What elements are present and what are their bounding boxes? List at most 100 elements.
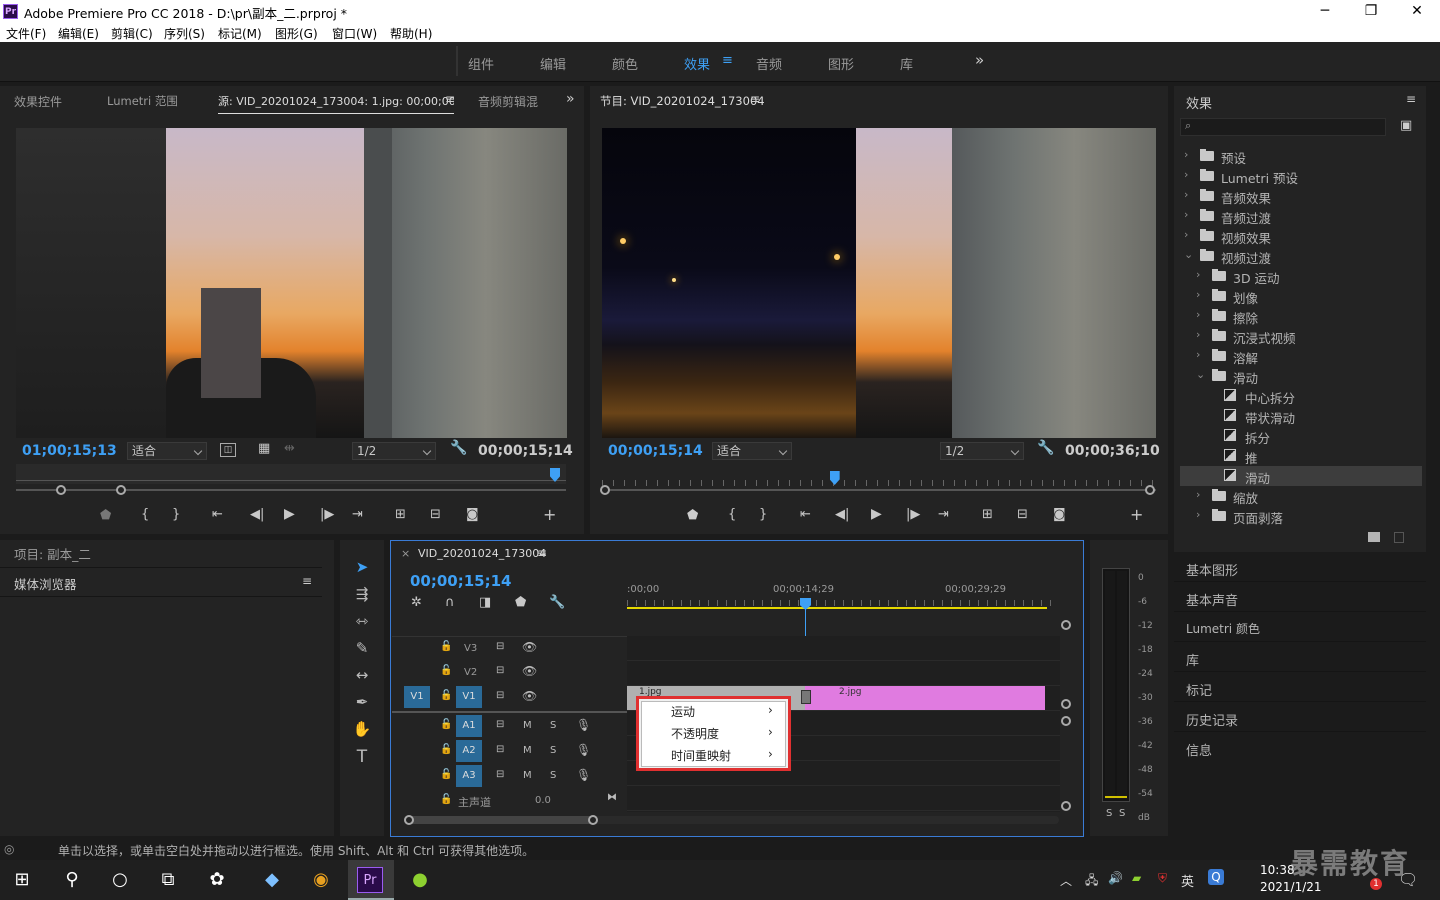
- effects-tree-item[interactable]: 中心拆分: [1180, 386, 1422, 406]
- panel-essential-sound[interactable]: 基本声音: [1174, 582, 1426, 612]
- program-step-forward-icon[interactable]: |▶: [906, 507, 920, 522]
- source-playhead-timecode[interactable]: 01;00;15;13: [22, 443, 117, 459]
- hand-tool-icon[interactable]: ✋: [352, 720, 372, 740]
- tab-effect-controls[interactable]: 效果控件: [14, 93, 62, 110]
- delete-icon[interactable]: [1394, 532, 1404, 543]
- go-to-out-icon[interactable]: ⇥: [352, 507, 363, 522]
- menu-window[interactable]: 窗口(W): [332, 25, 377, 42]
- chevron-right-icon[interactable]: ›: [1184, 148, 1188, 161]
- program-menu-icon[interactable]: ≡: [750, 92, 760, 106]
- mute-button[interactable]: M: [523, 745, 532, 756]
- task-view-icon[interactable]: ⧉: [154, 866, 182, 894]
- chevron-right-icon[interactable]: ›: [1196, 488, 1200, 501]
- panel-markers[interactable]: 标记: [1174, 672, 1426, 702]
- solo-button[interactable]: S: [550, 745, 556, 756]
- new-bin-icon[interactable]: ▣: [1400, 118, 1412, 133]
- master-volume-value[interactable]: 0.0: [535, 795, 551, 806]
- chevron-right-icon[interactable]: ›: [1184, 168, 1188, 181]
- hscroll-handle-right[interactable]: [588, 815, 598, 825]
- export-frame-icon[interactable]: ▦: [258, 441, 270, 456]
- effects-tree-item[interactable]: › 缩放: [1180, 486, 1422, 506]
- track-target-v1[interactable]: V1: [456, 686, 482, 708]
- track-target-a1[interactable]: A1: [456, 715, 482, 737]
- chevron-right-icon[interactable]: ›: [1196, 288, 1200, 301]
- effects-tree-item[interactable]: 滑动: [1180, 466, 1422, 486]
- program-zoom-bar[interactable]: [602, 489, 1156, 491]
- program-resolution-dropdown[interactable]: 1/2: [940, 442, 1024, 460]
- effects-tree-item[interactable]: › 擦除: [1180, 306, 1422, 326]
- effects-tree-item[interactable]: › 预设: [1180, 146, 1422, 166]
- chevron-right-icon[interactable]: ›: [1196, 268, 1200, 281]
- step-forward-icon[interactable]: |▶: [320, 507, 334, 522]
- mark-out-icon[interactable]: }: [172, 507, 180, 522]
- lift-icon[interactable]: ⊞: [982, 507, 993, 522]
- solo-left-button[interactable]: S: [1106, 808, 1112, 819]
- eye-icon[interactable]: 👁: [522, 689, 537, 703]
- track-lock-icon[interactable]: 🔓: [440, 690, 452, 701]
- add-marker-icon[interactable]: ⬟: [100, 508, 111, 523]
- program-time-ruler[interactable]: [602, 466, 1156, 486]
- tab-source[interactable]: 源: VID_20201024_173004: 1.jpg: 00;00;00;…: [218, 93, 454, 114]
- source-menu-icon[interactable]: ≡: [445, 92, 455, 106]
- chrome-icon[interactable]: ◉: [307, 866, 335, 894]
- solo-button[interactable]: S: [550, 770, 556, 781]
- close-button[interactable]: ✕: [1394, 0, 1440, 22]
- effects-tree-item[interactable]: › 音频过渡: [1180, 206, 1422, 226]
- new-custom-bin-icon[interactable]: [1368, 532, 1380, 542]
- track-lock-icon[interactable]: 🔓: [440, 769, 452, 780]
- sync-lock-icon[interactable]: ⊟: [496, 641, 504, 652]
- sync-lock-icon[interactable]: ⊟: [496, 719, 504, 730]
- program-zoom-handle-left[interactable]: [600, 485, 610, 495]
- menu-help[interactable]: 帮助(H): [390, 25, 432, 42]
- tab-project[interactable]: 项目: 副本_二: [14, 544, 91, 563]
- timeline-ruler[interactable]: :00;00 00;00;14;29 00;00;29;29: [627, 582, 1059, 612]
- app-ball-icon[interactable]: ●: [406, 866, 434, 894]
- effects-tree-item[interactable]: › 音频效果: [1180, 186, 1422, 206]
- step-back-icon[interactable]: ◀|: [250, 507, 264, 522]
- settings-wrench-icon[interactable]: 🔧: [450, 440, 467, 456]
- effects-tree-item[interactable]: ⌄ 滑动: [1180, 366, 1422, 386]
- solo-button[interactable]: S: [550, 720, 556, 731]
- source-zoom-bar[interactable]: [16, 489, 566, 491]
- maximize-button[interactable]: ❐: [1348, 0, 1394, 22]
- type-tool-icon[interactable]: T: [352, 747, 372, 767]
- clock-date[interactable]: 2021/1/21: [1260, 880, 1322, 894]
- source-resolution-dropdown[interactable]: 1/2: [352, 442, 436, 460]
- chevron-down-icon[interactable]: ⌄: [1196, 368, 1205, 381]
- workspace-color[interactable]: 颜色: [612, 54, 638, 73]
- effects-tree-item[interactable]: ⌄ 视频过渡: [1180, 246, 1422, 266]
- extract-icon[interactable]: ⊟: [1017, 507, 1028, 522]
- timeline-settings-icon[interactable]: 🔧: [549, 595, 565, 610]
- play-icon[interactable]: ▶: [284, 506, 295, 522]
- workspace-editing[interactable]: 编辑: [540, 54, 566, 73]
- timeline-vscroll-bottom[interactable]: [1061, 801, 1071, 811]
- program-camera-icon[interactable]: ◙: [1053, 507, 1066, 522]
- eye-icon[interactable]: 👁: [522, 640, 537, 654]
- workspace-audio[interactable]: 音频: [756, 54, 782, 73]
- effects-tree-item[interactable]: 拆分: [1180, 426, 1422, 446]
- panel-overflow-icon[interactable]: »: [566, 91, 575, 107]
- chevron-down-icon[interactable]: ⌄: [1184, 248, 1193, 261]
- program-playhead-timecode[interactable]: 00;00;15;14: [608, 443, 703, 459]
- effects-tree-item[interactable]: › 页面剥落: [1180, 506, 1422, 526]
- tab-program[interactable]: 节目: VID_20201024_173004: [600, 93, 765, 109]
- panel-info[interactable]: 信息: [1174, 732, 1426, 762]
- menu-file[interactable]: 文件(F): [6, 25, 46, 42]
- sync-lock-icon[interactable]: ⊟: [496, 690, 504, 701]
- work-area-bar[interactable]: [627, 607, 1047, 609]
- track-lock-icon[interactable]: 🔓: [440, 744, 452, 755]
- tab-sequence[interactable]: VID_20201024_173004: [418, 547, 546, 560]
- track-target-a3[interactable]: A3: [456, 765, 482, 787]
- program-settings-wrench-icon[interactable]: 🔧: [1037, 440, 1054, 456]
- menu-edit[interactable]: 编辑(E): [58, 25, 99, 42]
- track-select-tool-icon[interactable]: ⇶: [352, 585, 372, 605]
- menu-item-opacity[interactable]: 不透明度: [671, 725, 719, 742]
- track-lock-icon[interactable]: 🔓: [440, 665, 452, 676]
- panel-history[interactable]: 历史记录: [1174, 702, 1426, 732]
- selection-tool-icon[interactable]: ➤: [352, 558, 372, 578]
- tray-up-icon[interactable]: ︿: [1060, 872, 1072, 889]
- ripple-edit-tool-icon[interactable]: ⇿: [352, 612, 372, 632]
- sync-lock-icon[interactable]: ⊟: [496, 665, 504, 676]
- add-button-icon[interactable]: +: [543, 505, 556, 524]
- hscroll-handle-left[interactable]: [404, 815, 414, 825]
